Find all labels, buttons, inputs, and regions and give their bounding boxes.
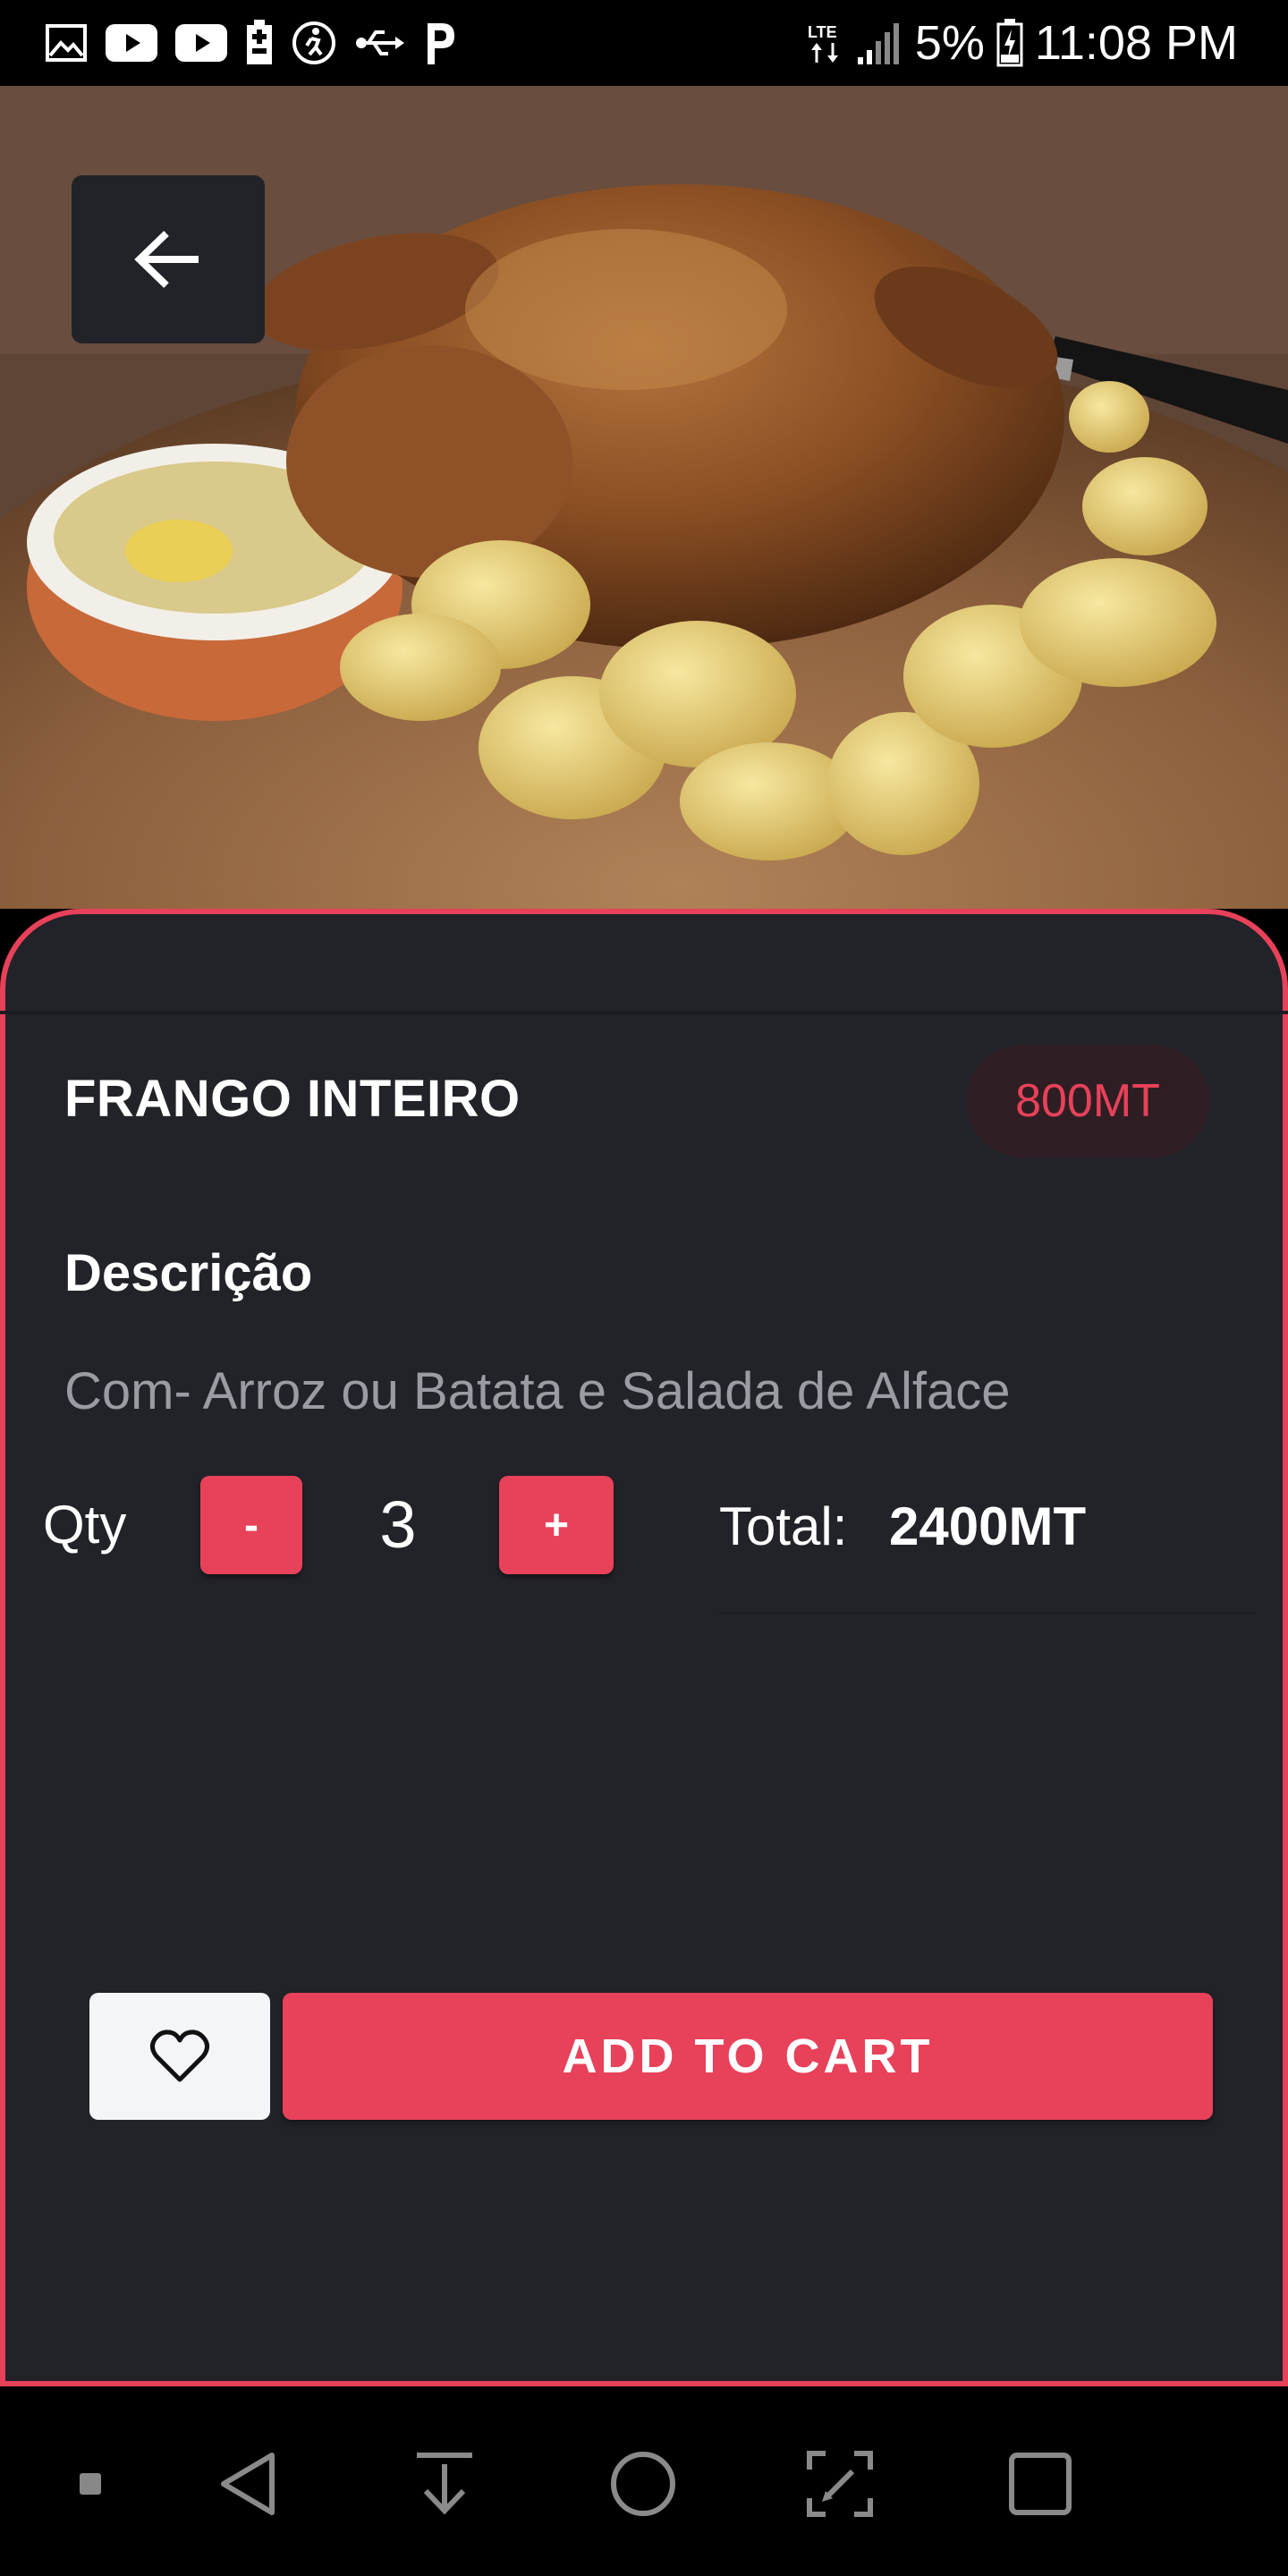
description-heading: Descrição bbox=[64, 1244, 313, 1302]
nav-back-button[interactable] bbox=[208, 2444, 288, 2524]
back-button[interactable] bbox=[72, 175, 265, 343]
product-detail-screen: LTE 5% 11:08 PM FRANGO INTEIRO 800MT Des… bbox=[0, 0, 1288, 2576]
back-triangle-icon bbox=[221, 2453, 275, 2515]
p-icon bbox=[428, 23, 454, 64]
youtube-icon bbox=[175, 24, 227, 62]
total-value: 2400MT bbox=[889, 1496, 1087, 1556]
add-to-cart-button[interactable]: ADD TO CART bbox=[283, 1993, 1213, 2120]
youtube-icon bbox=[106, 24, 157, 62]
recents-square-icon bbox=[1009, 2453, 1072, 2515]
nav-recents-button[interactable] bbox=[1000, 2444, 1080, 2524]
quantity-value: 3 bbox=[379, 1487, 417, 1562]
fitness-icon bbox=[292, 21, 335, 64]
battery-charging-icon bbox=[996, 19, 1023, 67]
favorite-button[interactable] bbox=[89, 1993, 270, 2120]
panel-divider bbox=[0, 1011, 1288, 1014]
total-underline bbox=[719, 1612, 1256, 1614]
lte-icon: LTE bbox=[808, 23, 838, 63]
total-label: Total: bbox=[719, 1496, 848, 1556]
edit-screenshot-icon bbox=[807, 2451, 873, 2517]
increase-quantity-button[interactable]: + bbox=[499, 1476, 614, 1574]
status-icons-right: LTE 5% 11:08 PM bbox=[806, 13, 1238, 73]
quantity-label: Qty bbox=[43, 1495, 127, 1555]
usb-icon bbox=[356, 30, 404, 55]
price-badge: 800MT bbox=[966, 1045, 1209, 1157]
download-icon bbox=[417, 2453, 472, 2515]
status-icons-left bbox=[45, 16, 458, 70]
status-bar: LTE 5% 11:08 PM bbox=[0, 0, 1288, 86]
gallery-icon bbox=[46, 24, 87, 62]
description-text: Com- Arroz ou Batata e Salada de Alface bbox=[64, 1362, 1011, 1420]
nav-dot-button[interactable] bbox=[50, 2444, 131, 2524]
battery-saver-icon bbox=[247, 20, 272, 64]
decrease-quantity-button[interactable]: - bbox=[200, 1476, 302, 1574]
signal-icon bbox=[857, 23, 899, 64]
arrow-left-icon bbox=[134, 231, 199, 288]
product-title: FRANGO INTEIRO bbox=[64, 1070, 521, 1128]
home-circle-icon bbox=[611, 2452, 675, 2516]
system-nav-bar bbox=[0, 2390, 1288, 2576]
battery-percent: 5% bbox=[914, 16, 985, 70]
nav-download-button[interactable] bbox=[404, 2444, 485, 2524]
product-hero-image bbox=[0, 86, 1288, 909]
heart-icon bbox=[149, 2029, 210, 2082]
status-time: 11:08 PM bbox=[1034, 16, 1238, 70]
svg-text:LTE: LTE bbox=[808, 23, 837, 41]
nav-edit-button[interactable] bbox=[800, 2444, 880, 2524]
nav-home-button[interactable] bbox=[603, 2444, 683, 2524]
dot-icon bbox=[80, 2473, 101, 2495]
